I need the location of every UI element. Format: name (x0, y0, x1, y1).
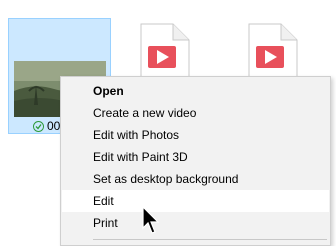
menu-item-edit-with-photos[interactable]: Edit with Photos (62, 124, 329, 146)
menu-separator (93, 239, 327, 240)
arrow-cursor-icon (142, 205, 162, 241)
context-menu: Open Create a new video Edit with Photos… (60, 76, 331, 246)
menu-item-edit-with-paint-3d[interactable]: Edit with Paint 3D (62, 146, 329, 168)
menu-item-print[interactable]: Print (62, 212, 329, 234)
sync-check-icon (33, 120, 44, 132)
menu-item-edit[interactable]: Edit (62, 190, 329, 212)
menu-item-set-desktop-background[interactable]: Set as desktop background (62, 168, 329, 190)
file-name: 00 (47, 119, 61, 133)
menu-item-create-new-video[interactable]: Create a new video (62, 102, 329, 124)
menu-item-open[interactable]: Open (62, 80, 329, 102)
